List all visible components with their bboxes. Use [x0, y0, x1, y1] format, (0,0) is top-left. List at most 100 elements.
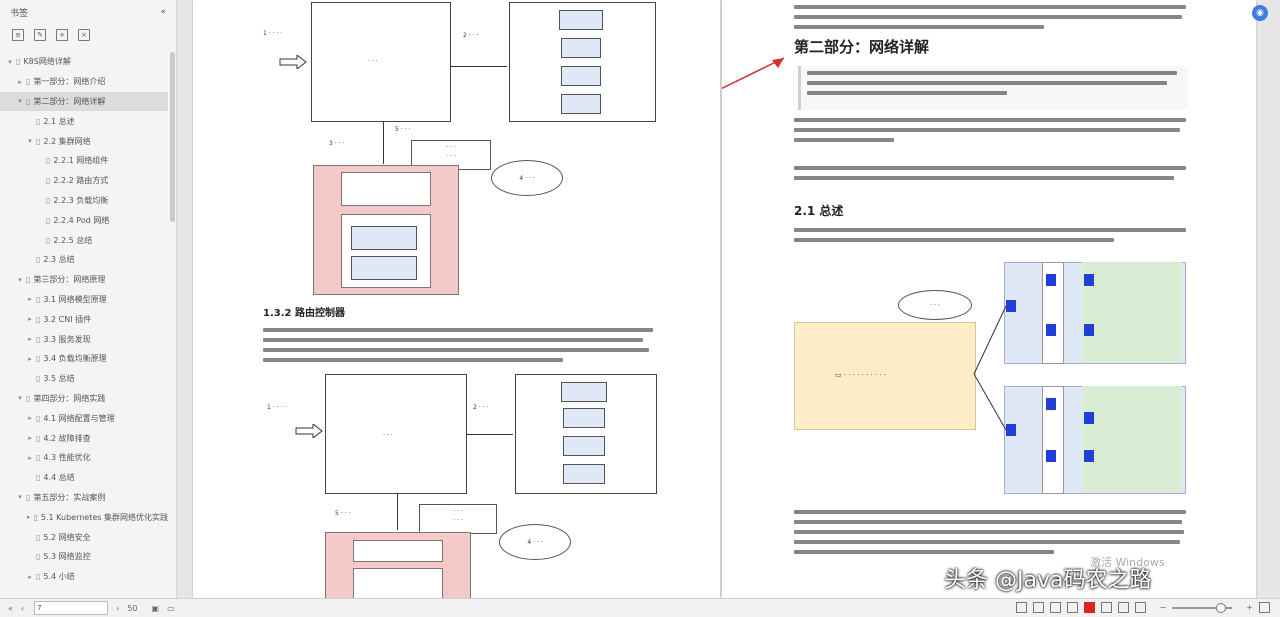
bookmark-icon: ▯	[36, 314, 41, 324]
expand-arrow-icon[interactable]: ▾	[16, 97, 24, 105]
bookmark-edit-icon[interactable]: ✎	[34, 29, 46, 41]
single-page-view-icon[interactable]	[1032, 602, 1044, 613]
bookmark-view-icon[interactable]: ≡	[12, 29, 24, 41]
expand-arrow-icon[interactable]: ▸	[26, 335, 34, 343]
paragraph	[794, 228, 1186, 248]
toc-item[interactable]: ▯ 2.3 总结	[0, 250, 168, 270]
toc-item[interactable]: ▯ 2.2.4 Pod 网络	[0, 210, 168, 230]
two-page-view-icon[interactable]	[1049, 602, 1061, 613]
expand-arrow-icon[interactable]: ▸	[26, 454, 34, 462]
zoom-slider-knob[interactable]	[1216, 602, 1227, 613]
expand-arrow-icon[interactable]: ▸	[26, 434, 34, 442]
expand-arrow-icon[interactable]: ▸	[26, 573, 34, 581]
toc-item-label: 3.4 负载均衡原理	[43, 354, 107, 364]
single-page-icon[interactable]: ▭	[167, 604, 175, 613]
bookmark-icon: ▯	[36, 433, 41, 443]
fullscreen-icon[interactable]	[1259, 602, 1270, 613]
intro-paragraph	[794, 5, 1186, 35]
bookmark-add-icon[interactable]: +	[56, 29, 68, 41]
page-number-input[interactable]: 7	[34, 601, 109, 615]
expand-arrow-icon[interactable]: ▾	[16, 394, 24, 402]
bookmark-delete-icon[interactable]: ×	[78, 29, 90, 41]
zoom-slider[interactable]	[1172, 602, 1233, 613]
zoom-in-icon[interactable]: +	[1246, 603, 1253, 612]
toc-item[interactable]: ▾ ▯ 第三部分：网络原理	[0, 270, 168, 290]
toc-item[interactable]: ▸ ▯ 3.2 CNI 插件	[0, 309, 168, 329]
toc-item-label: 2.2.3 负载均衡	[53, 195, 109, 205]
toc-item-label: 3.5 总结	[43, 374, 75, 384]
continuous-view-icon[interactable]	[1066, 602, 1078, 613]
bookmark-icon: ▯	[36, 354, 41, 364]
cloud-icon: · · ·	[898, 290, 972, 320]
collapse-sidebar-icon[interactable]: «	[160, 7, 166, 17]
expand-arrow-icon[interactable]: ▾	[16, 493, 24, 501]
toc-item[interactable]: ▯ 2.2.3 负载均衡	[0, 191, 168, 211]
toc-item[interactable]: ▯ 5.3 网络监控	[0, 547, 168, 567]
record-icon[interactable]	[1083, 602, 1095, 613]
toc-item[interactable]: ▯ 5.2 网络安全	[0, 527, 168, 547]
read-mode-icon[interactable]	[1015, 602, 1027, 613]
toc-item-label: 3.1 网络模型原理	[43, 294, 107, 304]
toc-item[interactable]: ▯ 2.1 总述	[0, 111, 168, 131]
toc-item[interactable]: ▯ 2.2.2 路由方式	[0, 171, 168, 191]
expand-arrow-icon[interactable]: ▾	[26, 137, 34, 145]
grid-view-icon[interactable]	[1100, 602, 1112, 613]
expand-arrow-icon[interactable]: ▸	[26, 414, 34, 422]
bookmark-icon: ▯	[36, 453, 41, 463]
annotation-arrow-icon	[722, 57, 785, 90]
toc-item[interactable]: ▯ 3.5 总结	[0, 369, 168, 389]
first-page-icon[interactable]: «	[8, 604, 13, 613]
bookmark-icon: ▯	[36, 136, 41, 146]
toc-item-label: 4.1 网络配置与管理	[43, 413, 115, 423]
toc-list: ▾ ▯ K8S网络详解 ▸ ▯ 第一部分：网络介绍 ▾ ▯ 第二部分：网络详解 ▯ 2.1 总述 ▾ ▯…	[0, 52, 168, 587]
toc-item[interactable]: ▸ ▯ 第一部分：网络介绍	[0, 72, 168, 92]
book-view-icon[interactable]	[1117, 602, 1129, 613]
paragraph	[794, 510, 1186, 560]
fit-page-icon[interactable]: ▣	[152, 604, 160, 613]
bookmark-icon: ▯	[26, 77, 31, 87]
toc-item[interactable]: ▸ ▯ 5.4 小结	[0, 567, 168, 587]
toc-item[interactable]: ▾ ▯ 第四部分：网络实践	[0, 389, 168, 409]
toc-item[interactable]: ▸ ▯ 3.4 负载均衡原理	[0, 349, 168, 369]
assistant-icon[interactable]: ◉	[1252, 5, 1268, 21]
toc-item[interactable]: ▾ ▯ 2.2 集群网络	[0, 131, 168, 151]
toc-item[interactable]: ▯ 4.4 总结	[0, 468, 168, 488]
expand-arrow-icon[interactable]: ▸	[16, 78, 24, 86]
summary-quote	[798, 66, 1188, 110]
bookmark-icon: ▯	[46, 156, 51, 166]
zoom-out-icon[interactable]: −	[1160, 603, 1167, 612]
toc-item[interactable]: ▾ ▯ 第五部分：实战案例	[0, 488, 168, 508]
bookmark-icon: ▯	[16, 57, 21, 67]
toc-item[interactable]: ▾ ▯ 第二部分：网络详解	[0, 91, 168, 112]
expand-arrow-icon[interactable]: ▾	[6, 58, 14, 66]
expand-arrow-icon[interactable]: ▸	[26, 355, 34, 363]
sidebar-scrollbar[interactable]	[170, 52, 175, 222]
toc-item[interactable]: ▯ 2.2.1 网络组件	[0, 151, 168, 171]
heading-2-1: 2.1 总述	[794, 204, 844, 218]
expand-arrow-icon[interactable]: ▾	[16, 276, 24, 284]
expand-arrow-icon[interactable]: ▸	[26, 513, 32, 521]
bookmark-icon: ▯	[36, 294, 41, 304]
toc-item[interactable]: ▸ ▯ 5.1 Kubernetes 集群网络优化实践	[0, 507, 168, 527]
toc-item[interactable]: ▾ ▯ K8S网络详解	[0, 52, 168, 72]
toc-item-label: 2.2.1 网络组件	[53, 156, 109, 166]
prev-page-icon[interactable]: ‹	[21, 604, 24, 613]
next-page-icon[interactable]: ›	[116, 604, 119, 613]
toc-item[interactable]: ▸ ▯ 4.3 性能优化	[0, 448, 168, 468]
toc-item[interactable]: ▯ 2.2.5 总结	[0, 230, 168, 250]
toc-item[interactable]: ▸ ▯ 4.1 网络配置与管理	[0, 408, 168, 428]
toc-item-label: 4.3 性能优化	[43, 453, 91, 463]
toc-item[interactable]: ▸ ▯ 3.1 网络模型原理	[0, 290, 168, 310]
toc-item[interactable]: ▸ ▯ 3.3 服务发现	[0, 329, 168, 349]
fit-width-icon[interactable]	[1134, 602, 1146, 613]
hollow-arrow-icon	[279, 55, 307, 69]
toc-item-label: 5.4 小结	[43, 572, 75, 582]
bookmark-icon: ▯	[46, 215, 51, 225]
right-page: 第二部分：网络详解 2.1 总述 · · · ▭ · · · · · · · ·…	[722, 0, 1256, 598]
bookmark-sidebar: 书签 « ≡ ✎ + × ▾ ▯ K8S网络详解 ▸ ▯ 第一部分：网络介绍 ▾ ▯ 第二部分：…	[0, 0, 177, 598]
expand-arrow-icon[interactable]: ▸	[26, 315, 34, 323]
expand-arrow-icon[interactable]: ▸	[26, 295, 34, 303]
toc-item[interactable]: ▸ ▯ 4.2 故障排查	[0, 428, 168, 448]
toc-item-label: 5.3 网络监控	[43, 552, 91, 562]
part-2-title: 第二部分：网络详解	[794, 38, 930, 56]
